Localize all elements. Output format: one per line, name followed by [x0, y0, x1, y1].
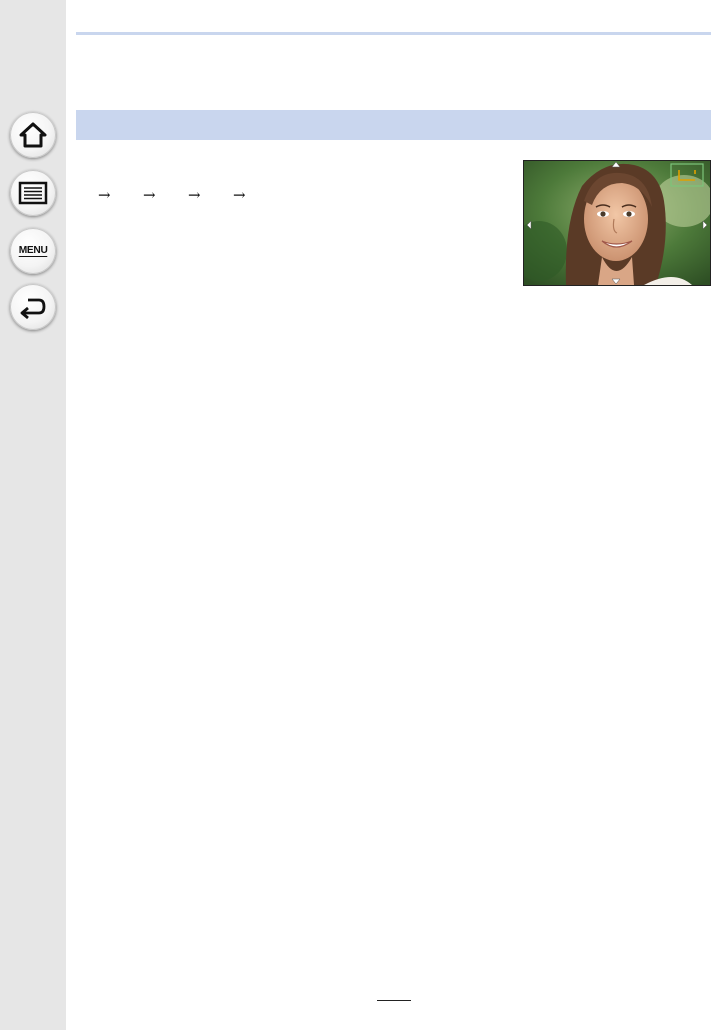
home-button[interactable]: [10, 112, 56, 158]
path-arrow: →: [233, 186, 246, 204]
contents-button[interactable]: [10, 170, 56, 216]
menu-icon: MENU: [18, 245, 48, 257]
sidebar-nav: MENU: [0, 0, 66, 1030]
path-arrow: →: [188, 186, 201, 204]
menu-button[interactable]: MENU: [10, 228, 56, 274]
path-arrow: →: [98, 186, 111, 204]
section-heading-bar: [76, 110, 711, 140]
face-photo: [524, 161, 710, 285]
path-arrow: →: [143, 186, 156, 204]
page-number-underline: [377, 1000, 411, 1001]
list-icon: [18, 181, 48, 205]
back-icon: [20, 298, 46, 319]
header-rule: [76, 32, 711, 35]
back-button[interactable]: [10, 284, 56, 330]
home-icon: [19, 122, 47, 148]
camera-screen-photo: [523, 160, 711, 286]
